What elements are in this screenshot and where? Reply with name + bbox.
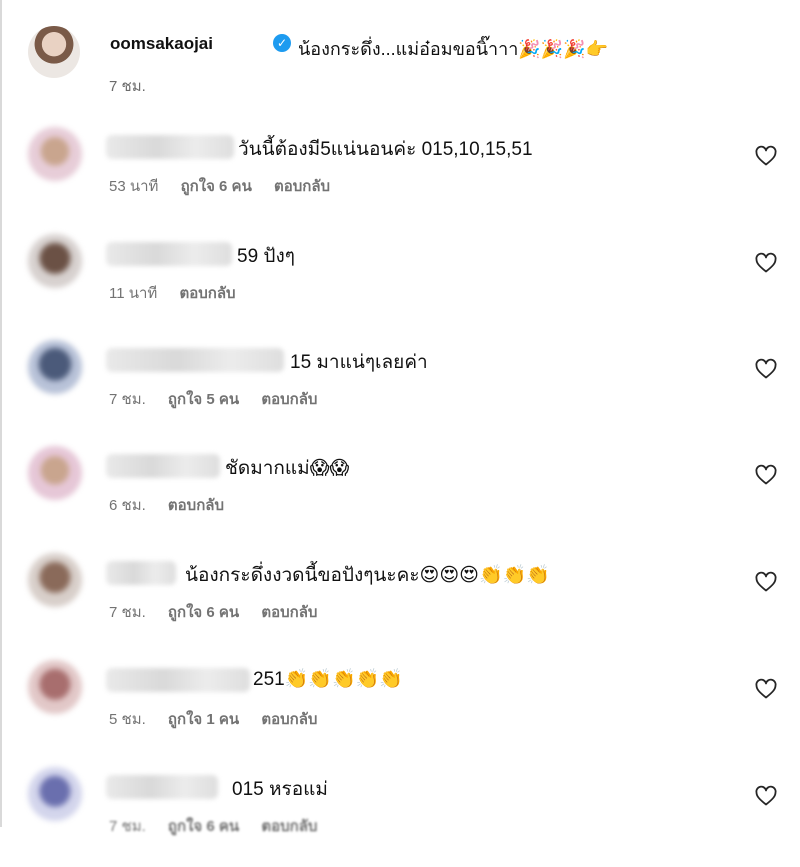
comment-text: 251👏👏👏👏👏 [253,669,403,690]
commenter-username-blurred[interactable] [106,242,232,266]
verified-badge-icon: ✓ [273,34,291,52]
reply-button[interactable]: ตอบกลับ [261,391,317,408]
heart-icon[interactable] [754,570,778,594]
reply-button[interactable]: ตอบกลับ [274,178,330,195]
comment-text: 15 มาแน่ๆเลยค่า [290,352,428,373]
reply-button[interactable]: ตอบกลับ [168,497,224,514]
commenter-username-blurred[interactable] [106,348,284,372]
comment-time[interactable]: 7 ชม. [109,391,146,408]
reply-button[interactable]: ตอบกลับ [261,711,317,728]
reply-button[interactable]: ตอบกลับ [261,604,317,621]
commenter-avatar[interactable] [28,234,82,288]
comment-like-count[interactable]: ถูกใจ 6 คน [168,604,239,621]
commenter-avatar[interactable] [28,553,82,607]
heart-icon[interactable] [754,784,778,808]
comment-text: 015 หรอแม่ [232,779,328,800]
comment-item: ชัดมากแม่😱😱 6 ชม. ตอบกลับ [28,446,788,546]
commenter-avatar[interactable] [28,127,82,181]
heart-icon[interactable] [754,144,778,168]
window-edge [0,0,2,827]
reply-button[interactable]: ตอบกลับ [179,285,235,302]
comment-text: ชัดมากแม่😱😱 [225,458,350,479]
comment-time[interactable]: 11 นาที [109,285,157,302]
comment-item: น้องกระดึ่งงวดนี้ขอปังๆนะคะ😍😍😍👏👏👏 7 ชม. … [28,553,788,653]
commenter-avatar[interactable] [28,660,82,714]
author-avatar[interactable] [28,26,80,78]
commenter-username-blurred[interactable] [106,454,220,478]
comment-meta: 5 ชม. ถูกใจ 1 คน ตอบกลับ [109,707,335,731]
commenter-avatar[interactable] [28,340,82,394]
comment-like-count[interactable]: ถูกใจ 6 คน [181,178,252,195]
comment-text: น้องกระดึ่งงวดนี้ขอปังๆนะคะ😍😍😍👏👏👏 [185,565,550,586]
comment-text: วันนี้ต้องมี5แน่นอนค่ะ 015,10,15,51 [238,139,533,160]
author-username[interactable]: oomsakaojai [110,34,213,54]
comment-item: 251👏👏👏👏👏 5 ชม. ถูกใจ 1 คน ตอบกลับ [28,660,788,760]
comment-like-count[interactable]: ถูกใจ 5 คน [168,391,239,408]
comment-time[interactable]: 6 ชม. [109,497,146,514]
heart-icon[interactable] [754,463,778,487]
commenter-username-blurred[interactable] [106,775,218,799]
comment-item: 15 มาแน่ๆเลยค่า 7 ชม. ถูกใจ 5 คน ตอบกลับ [28,340,788,440]
comment-meta: 6 ชม. ตอบกลับ [109,493,242,517]
comment-meta: 7 ชม. ถูกใจ 6 คน ตอบกลับ [109,814,335,838]
commenter-username-blurred[interactable] [106,135,234,159]
post-caption: oomsakaojai ✓ น้องกระดึ่ง...แม่อ๋อมขอนิ๊… [28,26,788,106]
heart-icon[interactable] [754,357,778,381]
comment-meta: 7 ชม. ถูกใจ 5 คน ตอบกลับ [109,387,335,411]
caption-text: น้องกระดึ่ง...แม่อ๋อมขอนิ๊าาา🎉🎉🎉👉 [298,39,608,59]
comment-meta: 53 นาที ถูกใจ 6 คน ตอบกลับ [109,174,348,198]
comment-item: วันนี้ต้องมี5แน่นอนค่ะ 015,10,15,51 53 น… [28,127,788,227]
comment-time[interactable]: 53 นาที [109,178,158,195]
comment-time[interactable]: 5 ชม. [109,711,146,728]
comment-time[interactable]: 7 ชม. [109,604,146,621]
heart-icon[interactable] [754,251,778,275]
comment-item: 59 ปังๆ 11 นาที ตอบกลับ [28,234,788,334]
heart-icon[interactable] [754,677,778,701]
comment-like-count[interactable]: ถูกใจ 1 คน [168,711,239,728]
comment-item: 015 หรอแม่ 7 ชม. ถูกใจ 6 คน ตอบกลับ [28,767,788,867]
commenter-username-blurred[interactable] [106,668,250,692]
comment-meta: 7 ชม. ถูกใจ 6 คน ตอบกลับ [109,600,335,624]
comment-text: 59 ปังๆ [237,246,295,267]
commenter-avatar[interactable] [28,767,82,821]
commenter-avatar[interactable] [28,446,82,500]
commenter-username-blurred[interactable] [106,561,176,585]
comment-meta: 11 นาที ตอบกลับ [109,281,254,305]
caption-time: 7 ชม. [109,78,146,95]
